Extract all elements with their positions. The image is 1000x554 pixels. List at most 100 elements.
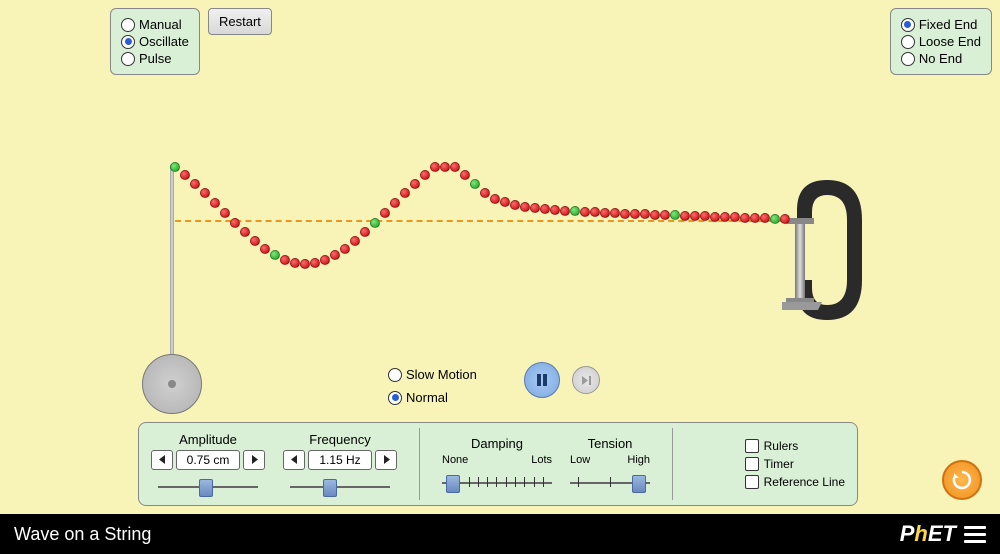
tension-slider[interactable]: [570, 473, 650, 493]
bead[interactable]: [180, 170, 190, 180]
bead[interactable]: [290, 258, 300, 268]
bead[interactable]: [260, 244, 270, 254]
end-option-loose[interactable]: Loose End: [901, 34, 981, 49]
bead[interactable]: [500, 197, 510, 207]
bead[interactable]: [660, 210, 670, 220]
rulers-label: Rulers: [764, 439, 799, 453]
bead[interactable]: [250, 236, 260, 246]
bead[interactable]: [280, 255, 290, 265]
amplitude-value[interactable]: 0.75 cm: [176, 450, 240, 470]
speed-option-normal[interactable]: Normal: [388, 390, 477, 405]
bead[interactable]: [400, 188, 410, 198]
oscillator-wheel[interactable]: [142, 354, 202, 414]
divider: [419, 428, 420, 500]
bead[interactable]: [360, 227, 370, 237]
amplitude-slider[interactable]: [158, 477, 258, 497]
end-option-fixed[interactable]: Fixed End: [901, 17, 981, 32]
simulation-stage: [0, 100, 1000, 360]
step-button[interactable]: [572, 366, 600, 394]
bead[interactable]: [390, 198, 400, 208]
end-option-noend[interactable]: No End: [901, 51, 981, 66]
bead[interactable]: [690, 211, 700, 221]
slider-thumb[interactable]: [446, 475, 460, 493]
bead[interactable]: [300, 259, 310, 269]
bead[interactable]: [460, 170, 470, 180]
bead-marker[interactable]: [570, 206, 580, 216]
frequency-decrement[interactable]: [283, 450, 305, 470]
bead-marker[interactable]: [670, 210, 680, 220]
pause-button[interactable]: [524, 362, 560, 398]
bead[interactable]: [320, 255, 330, 265]
amplitude-increment[interactable]: [243, 450, 265, 470]
frequency-value[interactable]: 1.15 Hz: [308, 450, 372, 470]
bead[interactable]: [730, 212, 740, 222]
bead[interactable]: [680, 211, 690, 221]
bead[interactable]: [380, 208, 390, 218]
bead[interactable]: [510, 200, 520, 210]
timer-checkbox[interactable]: Timer: [745, 457, 845, 471]
bead[interactable]: [740, 213, 750, 223]
menu-icon[interactable]: [964, 526, 986, 543]
phet-logo[interactable]: PhET: [900, 521, 986, 547]
bead[interactable]: [330, 250, 340, 260]
bead[interactable]: [640, 209, 650, 219]
bead[interactable]: [720, 212, 730, 222]
mode-option-pulse[interactable]: Pulse: [121, 51, 189, 66]
bead[interactable]: [750, 213, 760, 223]
radio-icon: [901, 52, 915, 66]
bead-marker[interactable]: [270, 250, 280, 260]
bead[interactable]: [220, 208, 230, 218]
bead[interactable]: [580, 207, 590, 217]
bead[interactable]: [430, 162, 440, 172]
amplitude-decrement[interactable]: [151, 450, 173, 470]
bead[interactable]: [540, 204, 550, 214]
bead[interactable]: [550, 205, 560, 215]
bead[interactable]: [420, 170, 430, 180]
reset-all-button[interactable]: [942, 460, 982, 500]
bead[interactable]: [340, 244, 350, 254]
bead[interactable]: [520, 202, 530, 212]
bead[interactable]: [600, 208, 610, 218]
bead[interactable]: [530, 203, 540, 213]
bead[interactable]: [560, 206, 570, 216]
bead[interactable]: [710, 212, 720, 222]
bead[interactable]: [650, 210, 660, 220]
bead[interactable]: [230, 218, 240, 228]
rulers-checkbox[interactable]: Rulers: [745, 439, 845, 453]
bead[interactable]: [630, 209, 640, 219]
bead[interactable]: [700, 211, 710, 221]
bead[interactable]: [780, 214, 790, 224]
bead-marker[interactable]: [370, 218, 380, 228]
bead[interactable]: [440, 162, 450, 172]
speed-option-slow[interactable]: Slow Motion: [388, 367, 477, 382]
bead[interactable]: [310, 258, 320, 268]
frequency-slider[interactable]: [290, 477, 390, 497]
bead-marker[interactable]: [170, 162, 180, 172]
bead[interactable]: [350, 236, 360, 246]
bead[interactable]: [410, 179, 420, 189]
refline-checkbox[interactable]: Reference Line: [745, 475, 845, 489]
restart-button[interactable]: Restart: [208, 8, 272, 35]
slider-thumb[interactable]: [199, 479, 213, 497]
mode-option-manual[interactable]: Manual: [121, 17, 189, 32]
bead[interactable]: [610, 208, 620, 218]
frequency-increment[interactable]: [375, 450, 397, 470]
checkbox-icon: [745, 457, 759, 471]
bead[interactable]: [480, 188, 490, 198]
bead[interactable]: [450, 162, 460, 172]
bead[interactable]: [490, 194, 500, 204]
slider-thumb[interactable]: [632, 475, 646, 493]
bead[interactable]: [200, 188, 210, 198]
bead[interactable]: [210, 198, 220, 208]
bead-marker[interactable]: [470, 179, 480, 189]
bead[interactable]: [240, 227, 250, 237]
bead[interactable]: [190, 179, 200, 189]
mode-option-oscillate[interactable]: Oscillate: [121, 34, 189, 49]
bead-marker[interactable]: [770, 214, 780, 224]
bead[interactable]: [760, 213, 770, 223]
bead[interactable]: [620, 209, 630, 219]
damping-slider[interactable]: [442, 473, 552, 493]
slider-thumb[interactable]: [323, 479, 337, 497]
bead[interactable]: [590, 207, 600, 217]
radio-icon: [901, 35, 915, 49]
